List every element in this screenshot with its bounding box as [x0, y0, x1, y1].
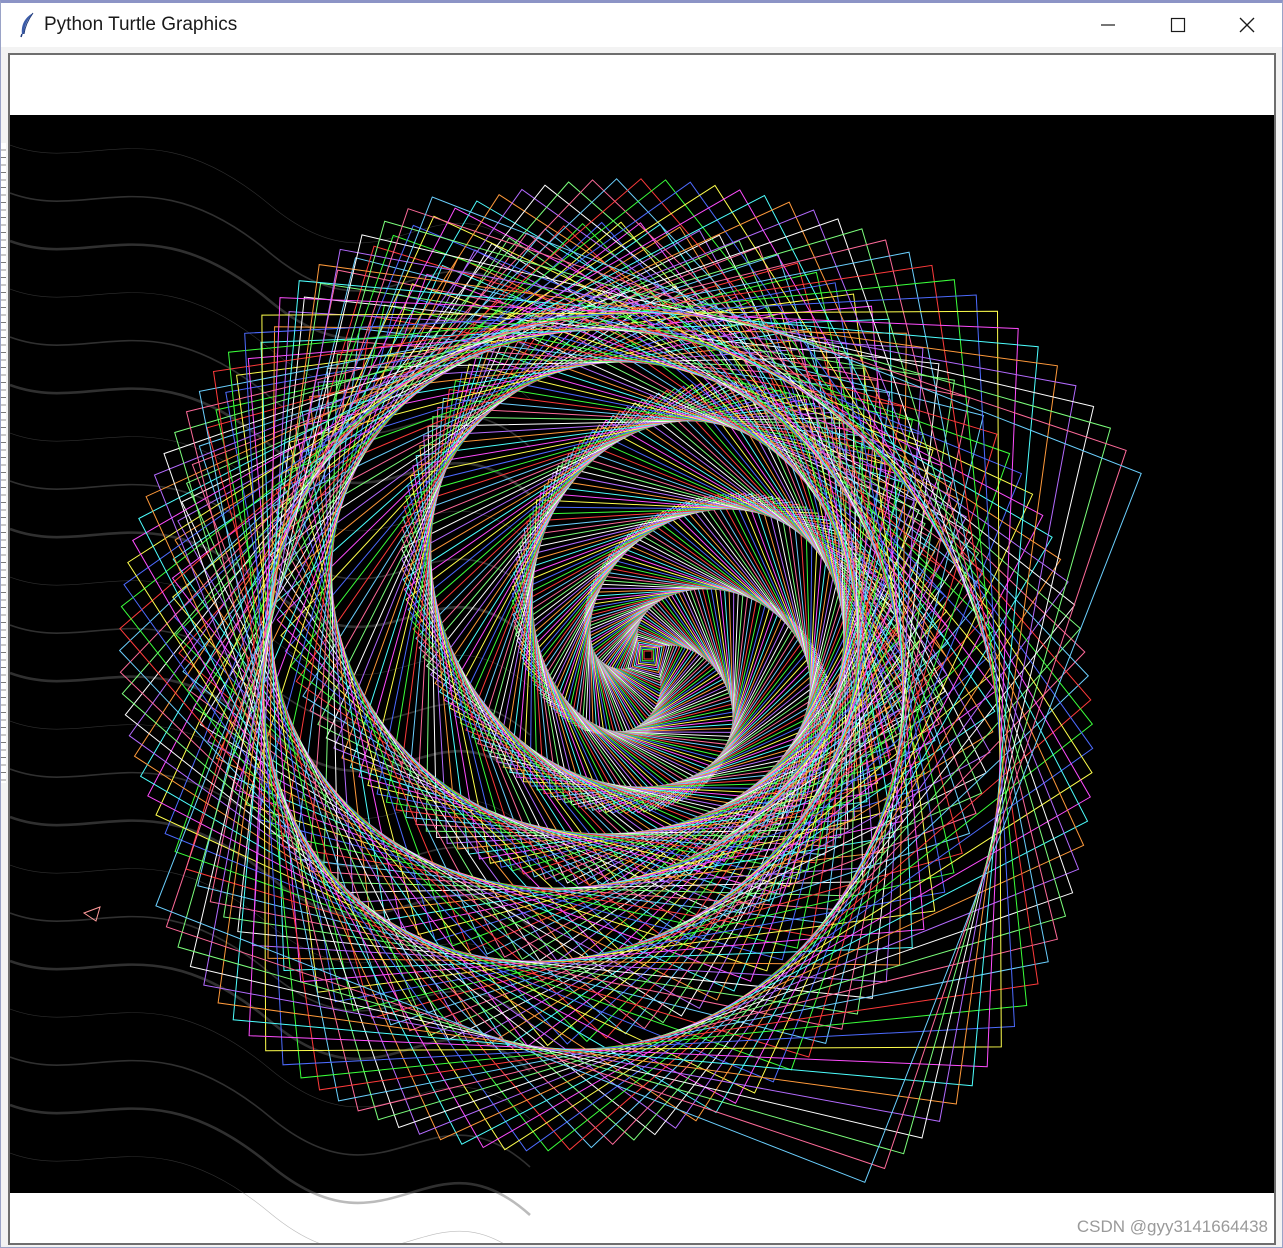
minimize-icon — [1101, 24, 1115, 26]
canvas-drawing-area — [10, 55, 1274, 1243]
turtle-window: Python Turtle Graphics CSDN @gyy31416644… — [0, 0, 1283, 1248]
left-edge-strip — [1, 143, 6, 783]
feather-icon — [18, 12, 36, 38]
minimize-button[interactable] — [1073, 3, 1143, 47]
watermark-text: CSDN @gyy3141664438 — [1076, 1217, 1268, 1236]
close-icon — [1239, 17, 1255, 33]
maximize-icon — [1170, 17, 1186, 33]
maximize-button[interactable] — [1143, 3, 1213, 47]
title-bar[interactable]: Python Turtle Graphics — [1, 3, 1282, 47]
close-button[interactable] — [1212, 3, 1282, 47]
window-title: Python Turtle Graphics — [44, 14, 238, 35]
turtle-canvas[interactable] — [8, 53, 1276, 1245]
turtle-drawing — [10, 115, 1274, 1243]
